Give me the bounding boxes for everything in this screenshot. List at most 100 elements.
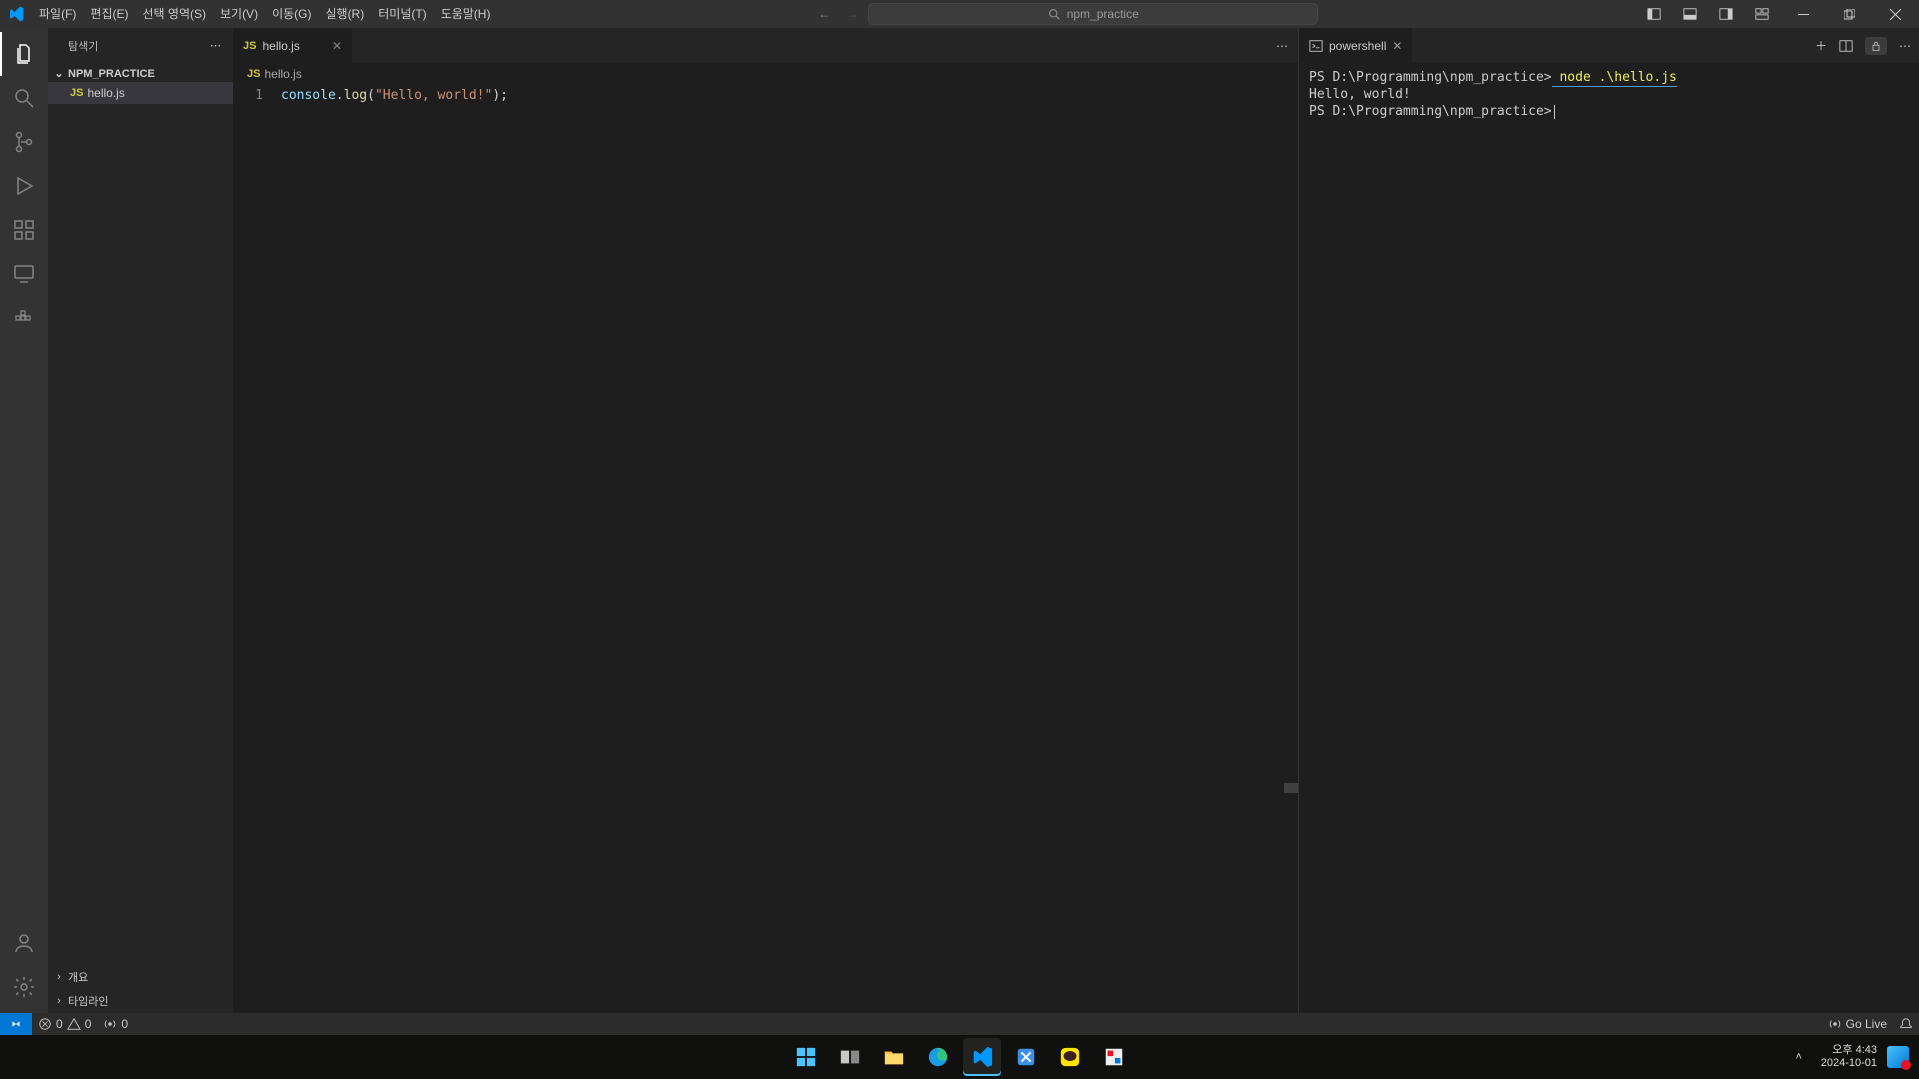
command-center-text: npm_practice (1067, 7, 1139, 21)
error-count: 0 (56, 1017, 63, 1031)
explorer-more-icon[interactable]: ⋯ (210, 39, 221, 52)
activity-accounts-icon[interactable] (0, 921, 48, 965)
taskbar-tray-chevron-icon[interactable]: ˄ (1787, 1045, 1811, 1069)
editor-tab-bar: JS hello.js ✕ ⋯ (233, 28, 1298, 63)
js-file-icon: JS (247, 68, 260, 80)
terminal-lock-icon[interactable] (1865, 37, 1887, 55)
menu-help[interactable]: 도움말(H) (434, 0, 498, 28)
explorer-title: 탐색기 (68, 38, 98, 54)
menu-view[interactable]: 보기(V) (213, 0, 265, 28)
warning-count: 0 (85, 1017, 92, 1031)
editor-tab[interactable]: JS hello.js ✕ (233, 28, 353, 63)
taskbar-date: 2024-10-01 (1821, 1057, 1877, 1070)
activity-settings-icon[interactable] (0, 965, 48, 1009)
code-area[interactable]: console.log("Hello, world!"); (281, 85, 1298, 1013)
taskbar-edge-icon[interactable] (919, 1038, 957, 1076)
layout-panel-icon[interactable] (1673, 0, 1707, 28)
taskbar-start-icon[interactable] (787, 1038, 825, 1076)
activity-bar (0, 28, 48, 1013)
terminal-icon (1309, 39, 1323, 53)
chevron-down-icon: ⌄ (52, 67, 66, 80)
breadcrumb-file: hello.js (264, 67, 301, 81)
outline-section[interactable]: › 개요 (48, 965, 233, 989)
taskbar-file-explorer-icon[interactable] (875, 1038, 913, 1076)
warning-icon (67, 1017, 81, 1031)
window-minimize-button[interactable] (1781, 0, 1825, 28)
taskbar-security-icon[interactable] (1887, 1046, 1909, 1068)
project-name: NPM_PRACTICE (68, 68, 155, 80)
status-notifications-icon[interactable] (1893, 1017, 1919, 1031)
file-name-label: hello.js (87, 86, 124, 100)
project-folder-header[interactable]: ⌄ NPM_PRACTICE (48, 65, 233, 82)
breadcrumb[interactable]: JS hello.js (233, 63, 1298, 85)
taskbar-time: 오후 4:43 (1821, 1044, 1877, 1057)
layout-primary-sidebar-icon[interactable] (1637, 0, 1671, 28)
terminal-tab-bar: powershell ✕ ＋ ⋯ (1299, 28, 1919, 63)
taskbar-clock[interactable]: 오후 4:43 2024-10-01 (1821, 1044, 1877, 1070)
status-go-live[interactable]: Go Live (1822, 1017, 1893, 1031)
error-icon (38, 1017, 52, 1031)
activity-docker-icon[interactable] (0, 296, 48, 340)
command-center[interactable]: npm_practice (868, 3, 1318, 25)
status-problems[interactable]: 0 0 (32, 1017, 97, 1031)
js-file-icon: JS (70, 87, 83, 99)
outline-label: 개요 (68, 969, 88, 985)
activity-search-icon[interactable] (0, 76, 48, 120)
nav-arrows: ← → (816, 5, 860, 23)
nav-back-icon[interactable]: ← (816, 5, 832, 23)
nav-forward-icon[interactable]: → (844, 5, 860, 23)
menu-edit[interactable]: 편집(E) (83, 0, 135, 28)
terminal-panel: powershell ✕ ＋ ⋯ PS D:\Programming\npm_p… (1299, 28, 1919, 1013)
timeline-label: 타임라인 (68, 993, 108, 1009)
terminal-output-line: Hello, world! (1309, 86, 1909, 103)
menu-terminal[interactable]: 터미널(T) (371, 0, 433, 28)
menu-go[interactable]: 이동(G) (265, 0, 318, 28)
editor-tab-label: hello.js (262, 39, 299, 53)
split-terminal-icon[interactable] (1839, 39, 1853, 53)
taskbar-taskview-icon[interactable] (831, 1038, 869, 1076)
layout-secondary-sidebar-icon[interactable] (1709, 0, 1743, 28)
activity-extensions-icon[interactable] (0, 208, 48, 252)
terminal-tab[interactable]: powershell ✕ (1299, 28, 1412, 63)
terminal-output[interactable]: PS D:\Programming\npm_practice> node .\h… (1299, 63, 1919, 1013)
editor-more-icon[interactable]: ⋯ (1276, 39, 1288, 53)
editor-minimap[interactable] (1284, 85, 1298, 1013)
minimap-viewport-indicator (1284, 783, 1298, 793)
menu-selection[interactable]: 선택 영역(S) (135, 0, 213, 28)
activity-run-debug-icon[interactable] (0, 164, 48, 208)
line-number: 1 (233, 87, 263, 105)
customize-layout-icon[interactable] (1745, 0, 1779, 28)
activity-source-control-icon[interactable] (0, 120, 48, 164)
terminal-more-icon[interactable]: ⋯ (1899, 39, 1911, 53)
remote-indicator[interactable] (0, 1013, 32, 1035)
taskbar-kakaotalk-icon[interactable] (1051, 1038, 1089, 1076)
activity-remote-explorer-icon[interactable] (0, 252, 48, 296)
windows-taskbar: ˄ 오후 4:43 2024-10-01 (0, 1035, 1919, 1079)
close-icon[interactable]: ✕ (1392, 39, 1402, 53)
menu-run[interactable]: 실행(R) (318, 0, 371, 28)
taskbar-app-icon[interactable] (1007, 1038, 1045, 1076)
chevron-right-icon: › (52, 971, 66, 983)
new-terminal-icon[interactable]: ＋ (1815, 37, 1827, 54)
status-ports[interactable]: 0 (97, 1017, 134, 1031)
window-maximize-button[interactable] (1827, 0, 1871, 28)
line-number-gutter: 1 (233, 85, 281, 1013)
status-bar: 0 0 0 Go Live (0, 1013, 1919, 1035)
editor-group: JS hello.js ✕ ⋯ JS hello.js 1 console.lo… (233, 28, 1299, 1013)
menu-bar: 파일(F) 편집(E) 선택 영역(S) 보기(V) 이동(G) 실행(R) 터… (32, 0, 497, 28)
timeline-section[interactable]: › 타임라인 (48, 989, 233, 1013)
ports-count: 0 (121, 1017, 128, 1031)
activity-explorer-icon[interactable] (0, 32, 48, 76)
taskbar-vscode-icon[interactable] (963, 1038, 1001, 1076)
vscode-logo-icon (8, 6, 24, 22)
menu-file[interactable]: 파일(F) (32, 0, 83, 28)
taskbar-app2-icon[interactable] (1095, 1038, 1133, 1076)
explorer-sidebar: 탐색기 ⋯ ⌄ NPM_PRACTICE JS hello.js › 개요 › … (48, 28, 233, 1013)
window-close-button[interactable] (1873, 0, 1917, 28)
close-icon[interactable]: ✕ (332, 39, 342, 53)
go-live-label: Go Live (1846, 1017, 1887, 1031)
terminal-tab-label: powershell (1329, 39, 1386, 53)
file-tree-item[interactable]: JS hello.js (48, 82, 233, 104)
code-editor[interactable]: 1 console.log("Hello, world!"); (233, 85, 1298, 1013)
chevron-right-icon: › (52, 995, 66, 1007)
